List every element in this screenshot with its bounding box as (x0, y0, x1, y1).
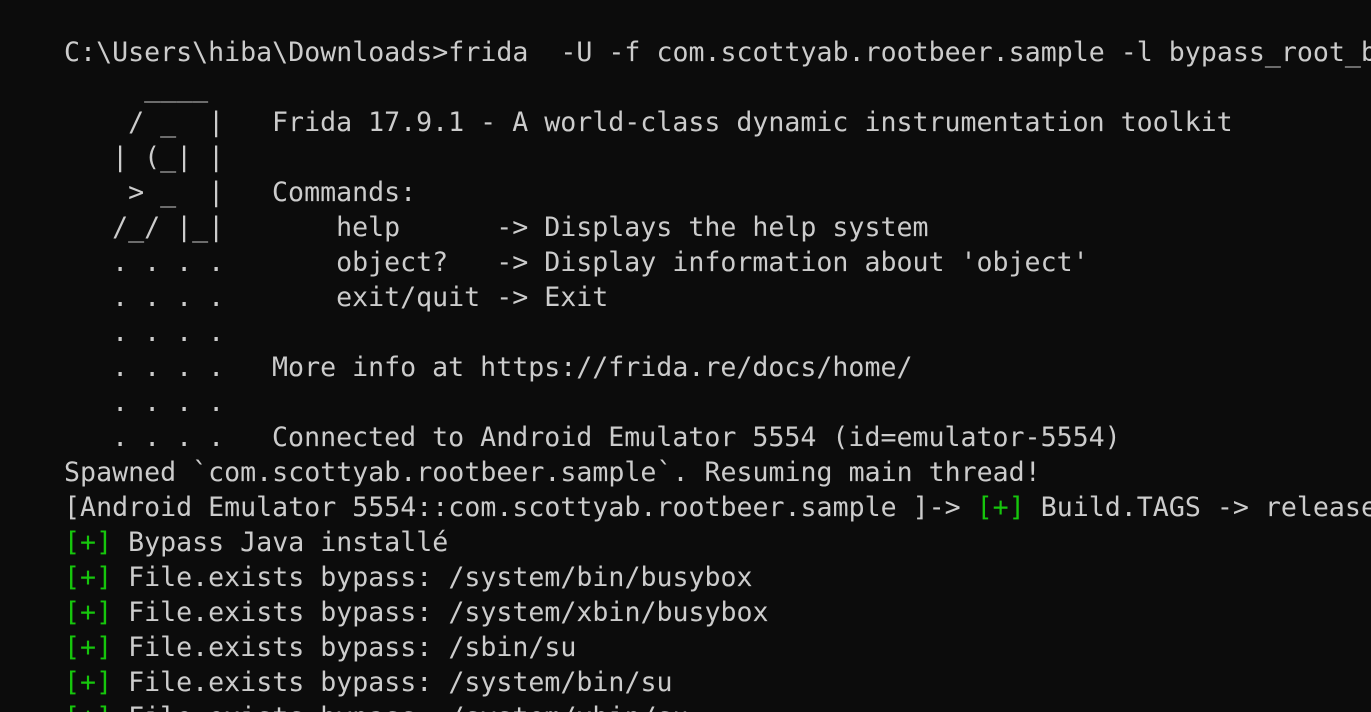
build-tags-text: Build.TAGS -> release-keys (1040, 492, 1371, 523)
command-line: C:\Users\hiba\Downloads>frida -U -f com.… (0, 0, 1371, 68)
output-line: [+] File.exists bypass: /system/xbin/bus… (0, 560, 769, 628)
command-object-row: object? -> Display information about 'ob… (208, 210, 1089, 278)
command-text: C:\Users\hiba\Downloads>frida -U -f com.… (64, 37, 1371, 68)
banner-line: . . . . (0, 280, 224, 348)
output-line: [+] File.exists bypass: /sbin/su (0, 595, 576, 663)
commands-header: Commands: (208, 140, 416, 208)
success-marker: [+] (64, 702, 112, 712)
spawned-line: Spawned `com.scottyab.rootbeer.sample`. … (0, 420, 1041, 488)
banner-line: . . . . (0, 245, 224, 313)
command-exit-row: exit/quit -> Exit (208, 245, 608, 313)
banner-line: . . . . (0, 315, 224, 383)
command-help-row: help -> Displays the help system (208, 175, 928, 243)
banner-line: / _ | (0, 70, 224, 138)
more-info-line: More info at https://frida.re/docs/home/ (208, 315, 912, 383)
more-info-text: More info at https://frida.re/docs/home/ (272, 352, 913, 383)
banner-title: Frida 17.9.1 - A world-class dynamic ins… (208, 70, 1233, 138)
success-marker: [+] (976, 492, 1025, 523)
terminal-window[interactable]: C:\Users\hiba\Downloads>frida -U -f com.… (0, 0, 1371, 712)
frida-version-text: Frida 17.9.1 - A world-class dynamic ins… (272, 107, 1233, 138)
output-line: [+] File.exists bypass: /system/bin/busy… (0, 525, 752, 593)
connected-line: Connected to Android Emulator 5554 (id=e… (208, 385, 1121, 453)
banner-line: > _ | (0, 140, 224, 208)
output-line: [+] File.exists bypass: /system/bin/su (0, 630, 672, 698)
output-line: [+] File.exists bypass: /system/xbin/su (0, 665, 688, 712)
banner-line: | (_| | (0, 105, 224, 173)
banner-line: ____ (0, 35, 208, 103)
output-line: [+] Bypass Java installé (0, 490, 448, 558)
prompt-line[interactable]: [Android Emulator 5554::com.scottyab.roo… (0, 455, 1371, 523)
banner-line: . . . . (0, 210, 224, 278)
banner-line: . . . . (0, 385, 224, 453)
banner-line: . . . . (0, 350, 224, 418)
output-text: File.exists bypass: /system/xbin/su (112, 702, 688, 712)
command-exit-text: exit/quit -> Exit (272, 282, 609, 313)
banner-line: /_/ |_| (0, 175, 224, 243)
